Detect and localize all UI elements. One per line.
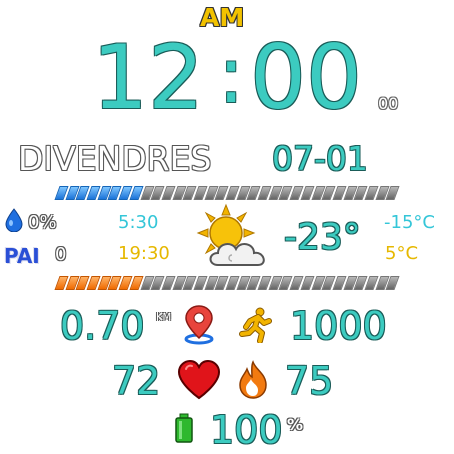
humidity-drop-icon xyxy=(4,208,24,236)
minute-display[interactable]: 00 xyxy=(250,28,362,128)
flame-icon xyxy=(236,360,270,404)
battery-unit: % xyxy=(287,415,304,434)
high-temperature: 5°C xyxy=(385,243,419,264)
pai-value[interactable]: 0 xyxy=(55,244,66,265)
location-pin-icon xyxy=(182,304,216,350)
pai-label: PAI xyxy=(4,244,40,268)
weekday-label: DIVENDRES xyxy=(18,139,212,178)
battery-icon xyxy=(174,413,194,447)
humidity-value: 0% xyxy=(28,212,57,233)
top-progress-bar xyxy=(54,186,400,200)
battery-value[interactable]: 100 xyxy=(210,407,283,453)
sunset-time: 19:30 xyxy=(118,243,170,264)
hour-display[interactable]: 12 xyxy=(92,28,204,128)
low-temperature: -15°C xyxy=(384,212,435,233)
current-temperature: -23° xyxy=(284,217,361,258)
distance-value[interactable]: 0.70 xyxy=(60,303,145,349)
sunrise-time: 5:30 xyxy=(118,212,159,233)
distance-unit: KM xyxy=(156,312,172,323)
partly-cloudy-icon[interactable] xyxy=(196,203,280,277)
time-separator: : xyxy=(218,31,245,121)
heart-rate-value[interactable]: 72 xyxy=(112,358,160,404)
seconds-display: 00 xyxy=(378,94,399,113)
steps-value[interactable]: 1000 xyxy=(290,303,387,349)
calories-value[interactable]: 75 xyxy=(285,358,333,404)
running-person-icon xyxy=(238,307,272,347)
date-label[interactable]: 07-01 xyxy=(272,139,368,179)
heart-icon xyxy=(177,359,221,404)
bottom-progress-bar xyxy=(54,276,400,290)
watch-face: AM 12 : 00 00 DIVENDRES 07-01 0% PAI 0 5… xyxy=(0,0,454,454)
